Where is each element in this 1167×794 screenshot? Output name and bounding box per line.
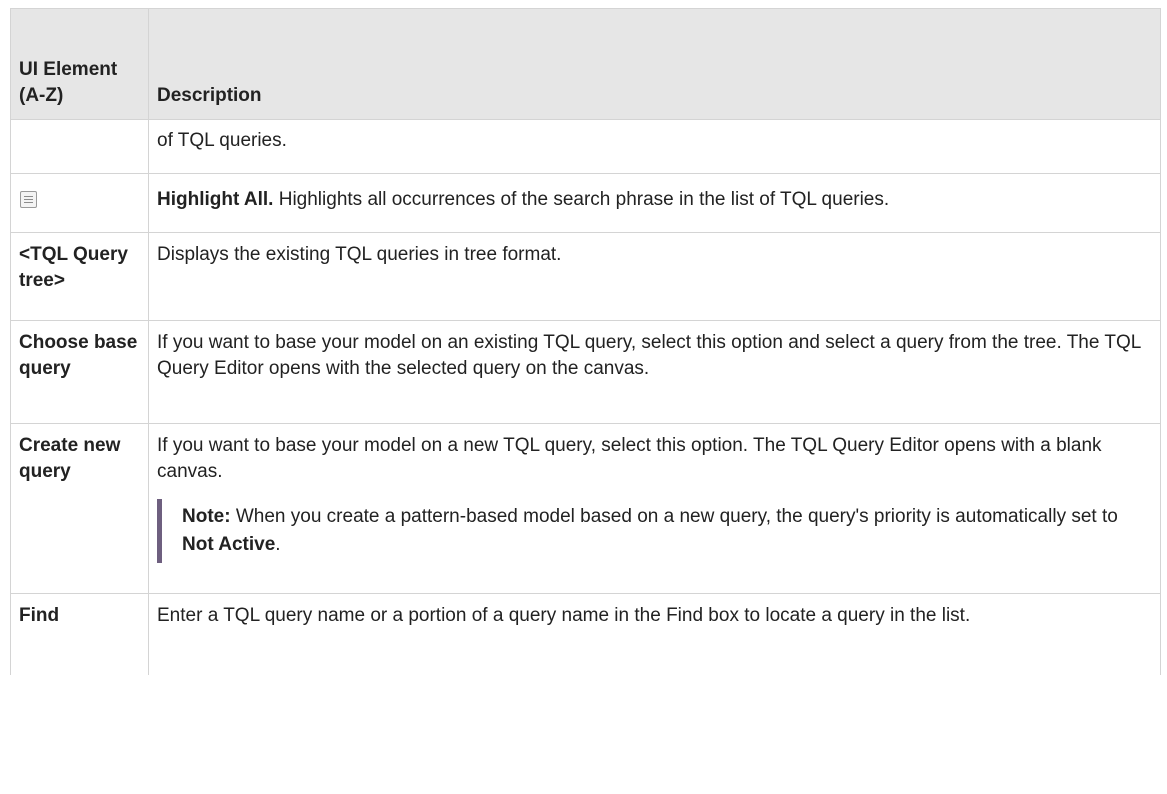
ui-element-table: UI Element (A-Z) Description of TQL quer… (10, 8, 1161, 675)
ui-element-cell: Find (10, 593, 149, 675)
ui-element-cell: Choose base query (10, 320, 149, 424)
note-block: Note: When you create a pattern-based mo… (157, 499, 1152, 563)
ui-element-cell (10, 119, 149, 174)
ui-element-cell: <TQL Query tree> (10, 232, 149, 321)
table-row: Highlight All. Highlights all occurrence… (10, 173, 1161, 233)
table-row: Find Enter a TQL query name or a portion… (10, 593, 1161, 675)
table-row: of TQL queries. (10, 119, 1161, 174)
table-row: Create new query If you want to base you… (10, 423, 1161, 594)
ui-element-cell (10, 173, 149, 233)
ui-element-cell: Create new query (10, 423, 149, 594)
note-label: Note: (182, 506, 231, 527)
description-cell: Enter a TQL query name or a portion of a… (148, 593, 1161, 675)
description-cell: If you want to base your model on an exi… (148, 320, 1161, 424)
note-text: When you create a pattern-based model ba… (235, 506, 1118, 527)
description-cell: of TQL queries. (148, 119, 1161, 174)
description-text: If you want to base your model on a new … (157, 435, 1102, 482)
table-row: Choose base query If you want to base yo… (10, 320, 1161, 424)
column-header-description: Description (148, 8, 1161, 120)
note-bold-value: Not Active (182, 534, 276, 555)
highlight-all-icon (20, 191, 37, 208)
description-term: Highlight All. (157, 189, 274, 210)
description-text: Highlights all occurrences of the search… (278, 189, 890, 210)
description-cell: Displays the existing TQL queries in tre… (148, 232, 1161, 321)
note-text-end: . (275, 534, 281, 555)
description-cell: If you want to base your model on a new … (148, 423, 1161, 594)
table-header-row: UI Element (A-Z) Description (10, 8, 1161, 120)
column-header-ui-element: UI Element (A-Z) (10, 8, 149, 120)
table-row: <TQL Query tree> Displays the existing T… (10, 232, 1161, 321)
description-cell: Highlight All. Highlights all occurrence… (148, 173, 1161, 233)
